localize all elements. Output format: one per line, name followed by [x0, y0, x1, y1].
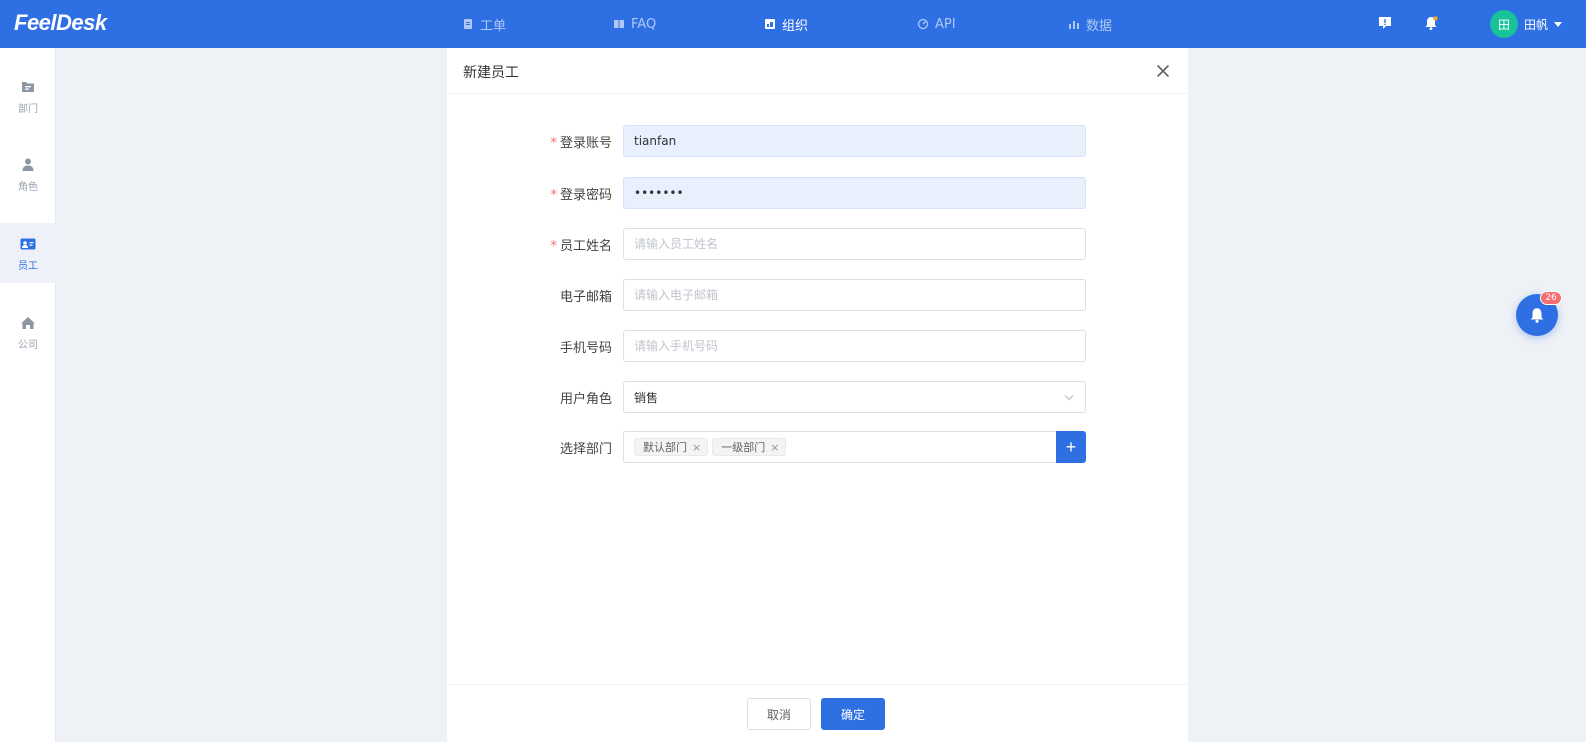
message-alert-icon: [1379, 17, 1391, 29]
home-icon: [19, 314, 37, 332]
avatar: 田: [1490, 10, 1518, 38]
account-input[interactable]: [623, 125, 1086, 157]
org-icon: [765, 19, 775, 29]
sidebar-item-employee[interactable]: 员工: [0, 223, 56, 283]
book-icon: [614, 20, 624, 28]
required-mark: *: [550, 188, 557, 203]
nav-faq[interactable]: FAQ: [613, 13, 656, 35]
nav-tickets-label: 工单: [480, 18, 507, 34]
form-row-password: * 登录密码: [447, 177, 1188, 209]
role-select[interactable]: 销售: [623, 381, 1086, 413]
sidebar-item-label: 部门: [18, 103, 38, 115]
id-card-icon: [19, 235, 37, 253]
user-icon: [19, 156, 37, 174]
department-tag: 默认部门 ×: [634, 438, 709, 456]
department-label: 选择部门: [559, 442, 612, 457]
email-label: 电子邮箱: [559, 290, 612, 305]
sidebar-item-label: 员工: [18, 260, 38, 272]
account-label: * 登录账号: [550, 132, 612, 151]
nav-api-label: API: [935, 16, 956, 32]
employee-name-input[interactable]: [623, 228, 1086, 260]
bell-icon: [1425, 16, 1438, 30]
phone-label: 手机号码: [559, 341, 612, 356]
nav-api[interactable]: API: [917, 13, 956, 35]
confirm-button[interactable]: 确定: [821, 698, 885, 730]
api-icon: [917, 18, 929, 30]
required-mark: *: [550, 136, 557, 151]
form-row-email: 电子邮箱: [447, 279, 1188, 311]
nav-data-label: 数据: [1086, 18, 1113, 34]
password-label: * 登录密码: [550, 184, 612, 203]
department-tag: 一级部门 ×: [712, 438, 787, 456]
department-tag-label: 默认部门: [643, 441, 687, 454]
feedback-button[interactable]: [1374, 12, 1396, 34]
new-employee-dialog: 新建员工 *登录账号 *登录密码 *员工姓名 电子邮箱 手机号码 用户角色 销售…: [447, 48, 1188, 742]
department-tag-label: 一级部门: [721, 441, 766, 454]
email-input[interactable]: [623, 279, 1086, 311]
sidebar-item-label: 公司: [18, 339, 38, 351]
add-department-button[interactable]: +: [1056, 431, 1086, 463]
folder-icon: [19, 78, 37, 96]
name-label-text: 员工姓名: [559, 239, 612, 254]
dialog-header: 新建员工: [447, 48, 1188, 94]
form-row-role: 用户角色 销售: [447, 381, 1188, 413]
role-label: 用户角色: [559, 392, 612, 407]
ticket-icon: [464, 19, 472, 29]
sidebar: 部门 角色 员工 公司: [0, 48, 56, 742]
account-label-text: 登录账号: [559, 136, 612, 151]
sidebar-item-department[interactable]: 部门: [0, 66, 56, 126]
nav-organization-label: 组织: [782, 18, 809, 34]
form-row-department: 选择部门 默认部门 × 一级部门 × +: [447, 431, 1188, 463]
phone-input[interactable]: [623, 330, 1086, 362]
role-select-value: 销售: [634, 390, 659, 405]
top-bar: FeelDesk 工单 FAQ 组织 API 数据 田 田帆: [0, 0, 1586, 48]
chevron-down-icon: [1554, 21, 1563, 27]
user-menu[interactable]: 田 田帆: [1490, 8, 1563, 40]
close-icon[interactable]: ×: [692, 442, 701, 453]
app-logo[interactable]: FeelDesk: [14, 10, 107, 36]
close-icon: [1157, 65, 1169, 77]
dialog-title: 新建员工: [463, 65, 519, 81]
required-mark: *: [550, 239, 557, 254]
nav-organization[interactable]: 组织: [764, 13, 808, 35]
form-row-account: * 登录账号: [447, 125, 1188, 157]
sidebar-item-role[interactable]: 角色: [0, 144, 56, 204]
notification-count-badge: 26: [1540, 291, 1562, 305]
name-label: * 员工姓名: [550, 235, 612, 254]
password-label-text: 登录密码: [559, 188, 612, 203]
sidebar-item-label: 角色: [18, 181, 38, 193]
sidebar-item-company[interactable]: 公司: [0, 302, 56, 362]
notifications-button[interactable]: [1420, 12, 1442, 34]
cancel-button[interactable]: 取消: [747, 698, 811, 730]
nav-data[interactable]: 数据: [1068, 13, 1112, 35]
form-row-name: * 员工姓名: [447, 228, 1188, 260]
bell-icon: [1530, 308, 1544, 323]
department-tags: 默认部门 × 一级部门 ×: [623, 431, 1056, 463]
chart-icon: [1069, 21, 1079, 29]
nav-faq-label: FAQ: [631, 16, 657, 32]
chevron-down-icon: [1064, 395, 1074, 401]
form-row-phone: 手机号码: [447, 330, 1188, 362]
dialog-footer: 取消 确定: [447, 684, 1188, 742]
nav-tickets[interactable]: 工单: [462, 13, 506, 35]
close-button[interactable]: [1152, 60, 1174, 82]
password-input[interactable]: [623, 177, 1086, 209]
close-icon[interactable]: ×: [770, 442, 779, 453]
user-name: 田帆: [1524, 17, 1549, 32]
